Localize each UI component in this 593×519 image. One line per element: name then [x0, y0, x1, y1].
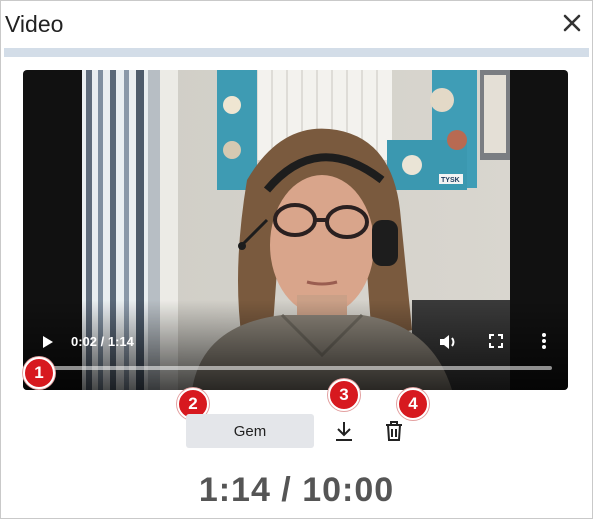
callout-badge-4: 4 — [397, 388, 429, 420]
more-options-icon[interactable] — [541, 332, 547, 355]
play-icon[interactable] — [41, 334, 55, 355]
trash-icon[interactable] — [384, 420, 404, 447]
volume-icon[interactable] — [438, 333, 458, 356]
callout-badge-1: 1 — [23, 357, 55, 389]
dialog-title: Video — [5, 11, 64, 37]
header-divider — [4, 48, 589, 57]
video-dialog: Video TYSK 0:02 / 1:14 1 2 3 4 Gem 1:14 … — [0, 0, 593, 519]
close-icon[interactable] — [562, 13, 582, 33]
time-readout: 0:02 / 1:14 — [71, 334, 134, 349]
download-icon[interactable] — [334, 420, 354, 447]
fullscreen-icon[interactable] — [489, 334, 503, 353]
progress-bar[interactable] — [36, 366, 552, 370]
dialog-header: Video — [1, 1, 592, 48]
save-button[interactable]: Gem — [186, 414, 314, 448]
poster-sign-text: TYSK — [441, 177, 460, 184]
callout-badge-3: 3 — [328, 379, 360, 411]
video-player[interactable]: TYSK 0:02 / 1:14 — [23, 70, 568, 390]
recording-time-counter: 1:14 / 10:00 — [198, 471, 395, 509]
